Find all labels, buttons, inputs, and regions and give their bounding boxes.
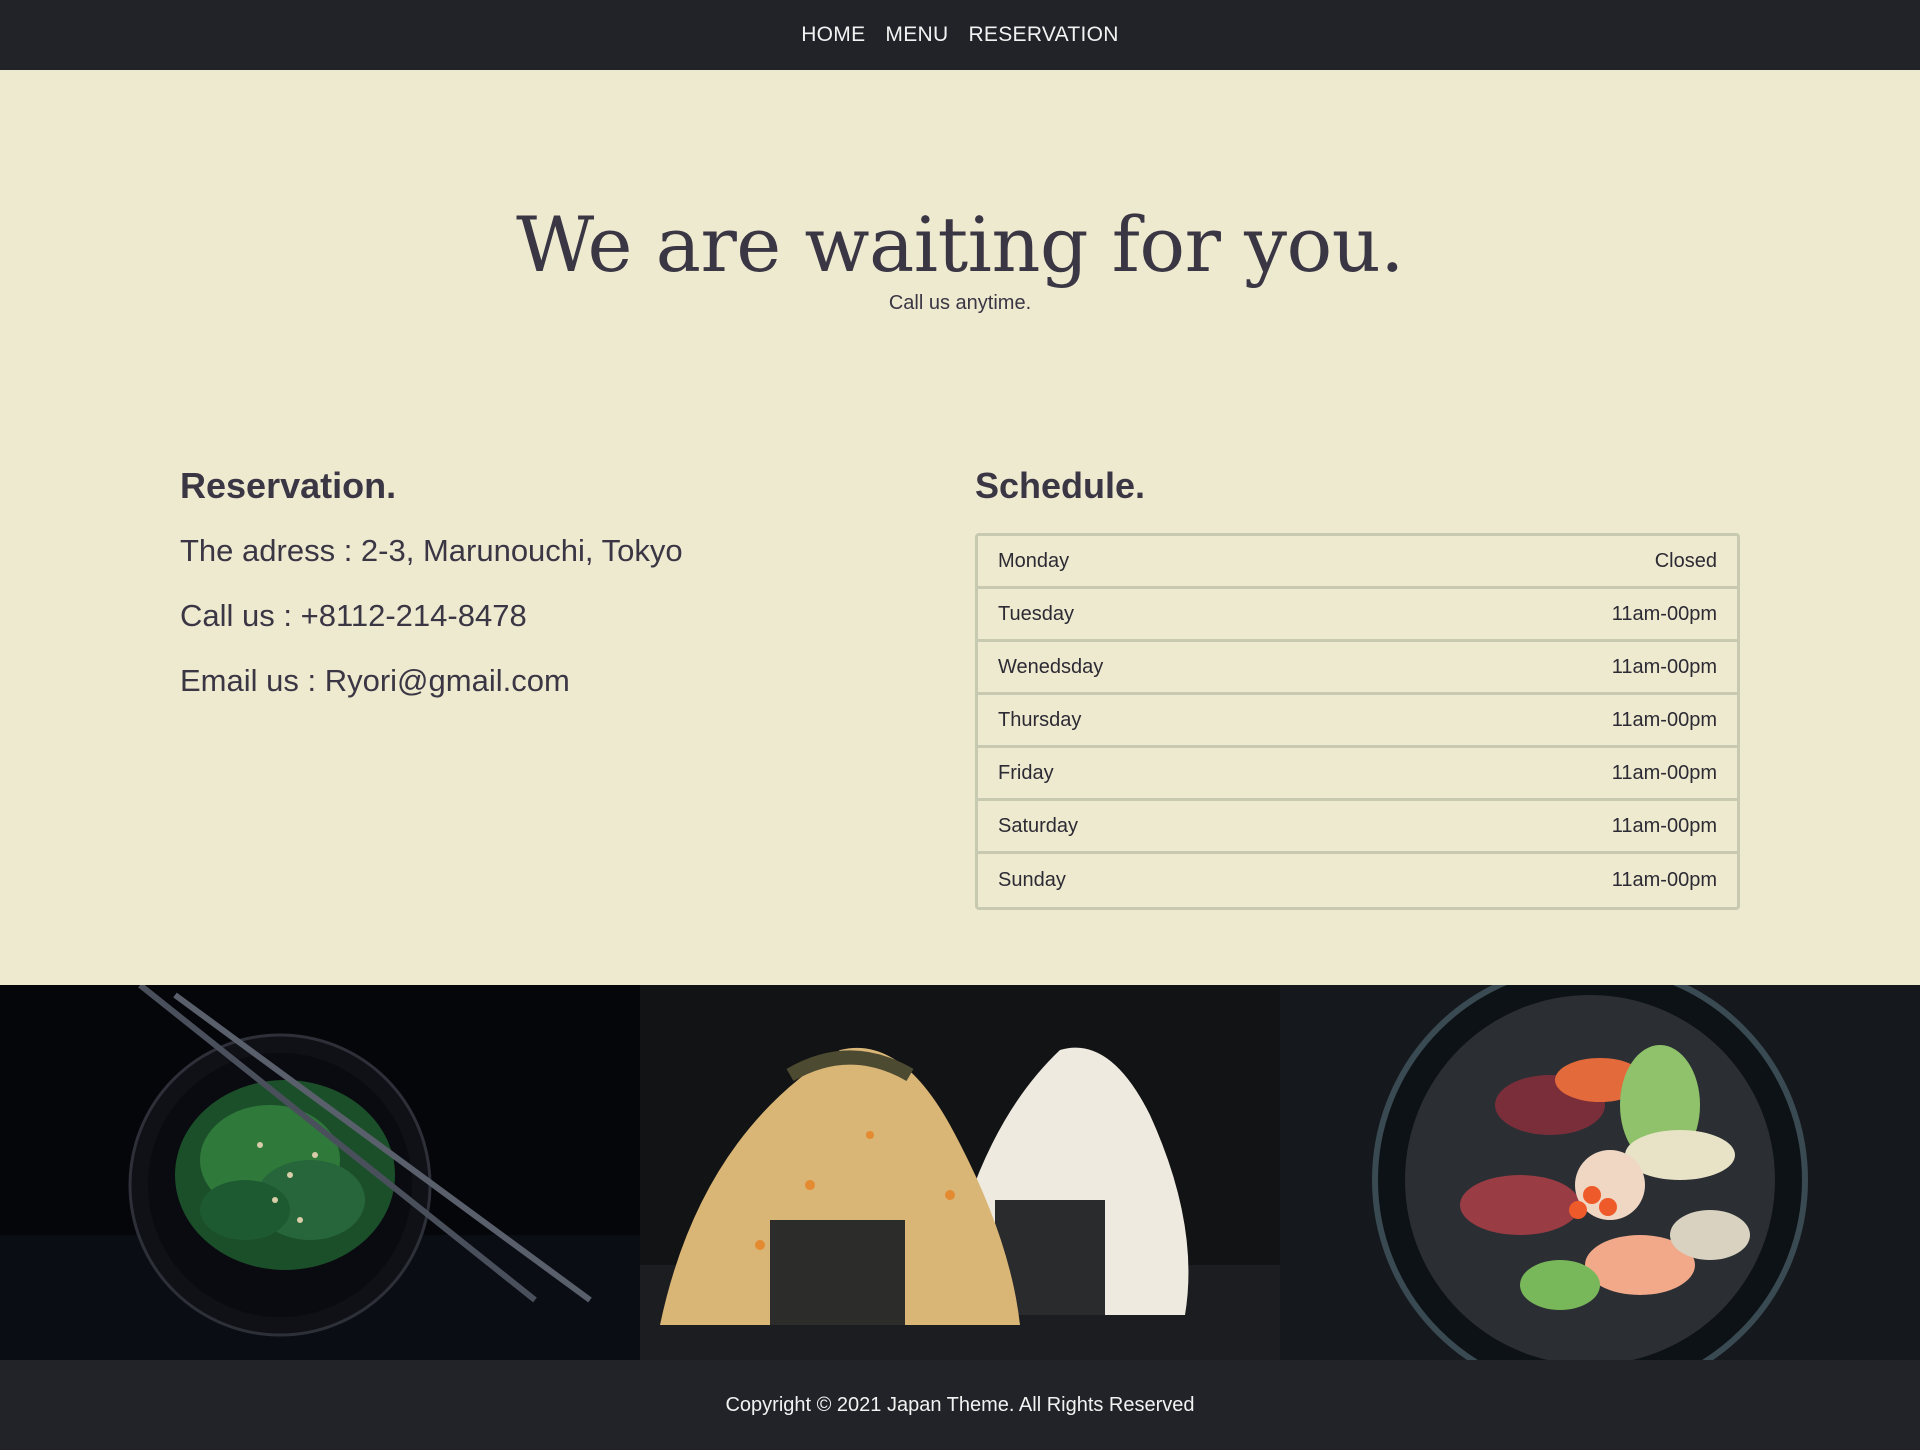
reservation-section: We are waiting for you. Call us anytime.…: [0, 70, 1920, 985]
nav-home-link[interactable]: HOME: [801, 23, 865, 47]
reservation-heading: Reservation.: [180, 465, 397, 506]
schedule-day: Monday: [998, 549, 1070, 572]
schedule-row: Saturday 11am-00pm: [978, 801, 1737, 854]
schedule-row: Monday Closed: [978, 536, 1737, 589]
food-gallery: [0, 985, 1920, 1360]
schedule-hours: 11am-00pm: [1611, 814, 1717, 837]
top-navbar: HOME MENU RESERVATION: [0, 0, 1920, 70]
schedule-row: Friday 11am-00pm: [978, 748, 1737, 801]
schedule-row: Thursday 11am-00pm: [978, 695, 1737, 748]
schedule-row: Sunday 11am-00pm: [978, 854, 1737, 907]
page-footer: Copyright © 2021 Japan Theme. All Rights…: [0, 1360, 1920, 1450]
seaweed-salad-photo: [0, 985, 640, 1360]
schedule-heading: Schedule.: [975, 465, 1146, 506]
schedule-day: Saturday: [998, 814, 1079, 837]
schedule-hours: 11am-00pm: [1611, 869, 1717, 891]
page-subtitle: Call us anytime.: [888, 292, 1032, 314]
page-title: We are waiting for you.: [516, 200, 1404, 289]
schedule-hours: 11am-00pm: [1611, 602, 1717, 625]
schedule-hours: Closed: [1654, 549, 1717, 572]
copyright-text: Copyright © 2021 Japan Theme. All Rights…: [725, 1393, 1195, 1416]
email-text: Email us : Ryori@gmail.com: [180, 663, 570, 698]
schedule-day: Friday: [998, 761, 1054, 784]
contact-info: Reservation. The adress : 2-3, Marunouch…: [180, 465, 880, 728]
schedule-row: Wenedsday 11am-00pm: [978, 642, 1737, 695]
onigiri-photo: [640, 985, 1280, 1360]
nav-reservation-link[interactable]: RESERVATION: [968, 23, 1118, 47]
schedule-day: Sunday: [998, 869, 1066, 891]
schedule-table: Monday Closed Tuesday 11am-00pm Wenedsda…: [975, 533, 1740, 910]
nav-menu-link[interactable]: MENU: [885, 23, 948, 47]
schedule-day: Tuesday: [998, 602, 1074, 625]
schedule-row: Tuesday 11am-00pm: [978, 589, 1737, 642]
schedule-hours: 11am-00pm: [1611, 761, 1717, 784]
schedule-day: Wenedsday: [998, 655, 1104, 678]
schedule-hours: 11am-00pm: [1611, 708, 1717, 731]
address-text: The adress : 2-3, Marunouchi, Tokyo: [180, 533, 683, 568]
sashimi-bowl-photo: [1280, 985, 1920, 1360]
schedule-panel: Schedule. Monday Closed Tuesday 11am-00p…: [975, 465, 1740, 910]
schedule-hours: 11am-00pm: [1611, 655, 1717, 678]
schedule-day: Thursday: [998, 708, 1082, 731]
phone-text: Call us : +8112-214-8478: [180, 598, 527, 633]
